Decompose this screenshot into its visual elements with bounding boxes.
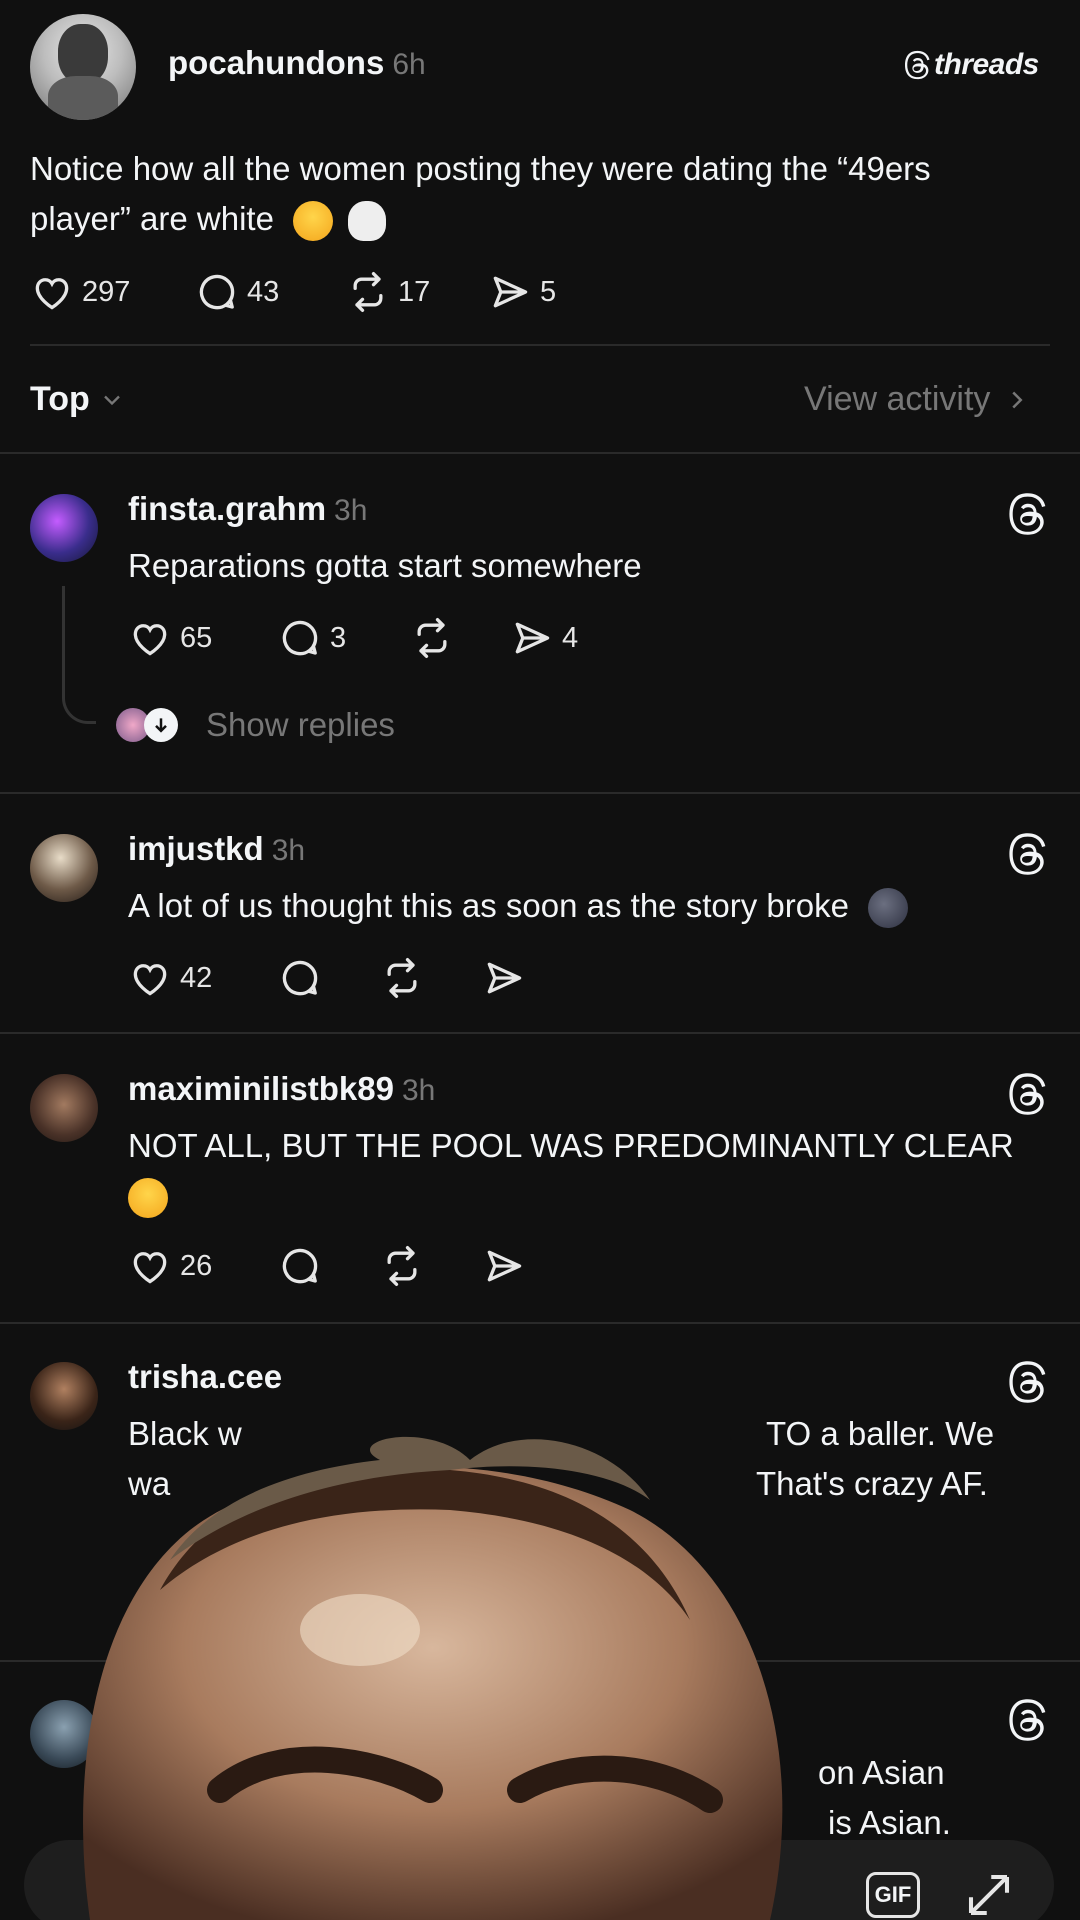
- threads-logo-icon[interactable]: [1005, 1072, 1049, 1116]
- comment-username[interactable]: finsta.grahm: [128, 490, 326, 527]
- comment-repost-button[interactable]: [380, 956, 424, 1000]
- comment-header: maximinilistbk89 3h: [128, 1070, 435, 1108]
- chevron-down-icon: [103, 395, 120, 405]
- comment-like-button[interactable]: 65: [128, 616, 212, 660]
- gif-button[interactable]: GIF: [866, 1872, 920, 1918]
- threads-logo-icon[interactable]: [1005, 1360, 1049, 1404]
- divider: [0, 452, 1080, 454]
- chevron-right-icon: [1012, 391, 1023, 408]
- heart-icon: [133, 624, 167, 656]
- gif-label: GIF: [874, 1882, 912, 1907]
- comment-time: 3h: [401, 1074, 436, 1107]
- crying-emoji: [293, 201, 334, 242]
- comment-text: NOT ALL, BUT THE POOL WAS PREDOMINANTLY …: [128, 1127, 1014, 1164]
- skull-emoji: [348, 201, 387, 242]
- threads-logo-icon[interactable]: [1005, 1698, 1049, 1742]
- expand-icon[interactable]: [962, 1868, 1016, 1920]
- divider: [0, 792, 1080, 794]
- post-time: 6h: [392, 48, 426, 81]
- repost-icon: [353, 272, 383, 312]
- comment-reply-button[interactable]: [278, 956, 322, 1000]
- arrow-down-icon: [144, 708, 178, 742]
- comment-icon: [282, 960, 318, 996]
- comment-avatar[interactable]: [30, 494, 98, 562]
- comment-avatar[interactable]: [30, 834, 98, 902]
- view-activity-link[interactable]: View activity: [804, 380, 1032, 419]
- repost-icon: [387, 1246, 417, 1286]
- comment-repost-button[interactable]: [380, 1244, 424, 1288]
- post-repost-count: 17: [398, 275, 431, 308]
- share-icon: [493, 276, 528, 308]
- comment-like-count: 42: [180, 961, 213, 994]
- divider: [30, 344, 1050, 346]
- post-header: pocahundons 6h: [168, 44, 426, 82]
- post-like-button[interactable]: 297: [30, 270, 130, 314]
- repost-icon: [387, 958, 417, 998]
- post-username[interactable]: pocahundons: [168, 44, 384, 81]
- post-text-line-2: player” are white: [30, 200, 274, 237]
- comment-reply-count: 3: [330, 621, 347, 654]
- comment-icon: [282, 620, 318, 656]
- sort-label: Top: [30, 380, 90, 418]
- comment-time: 3h: [271, 834, 306, 867]
- comment-share-button[interactable]: [482, 1244, 526, 1288]
- comment-reply-button[interactable]: [278, 1244, 322, 1288]
- threads-logo-icon[interactable]: [1005, 832, 1049, 876]
- post-text: Notice how all the women posting they we…: [30, 144, 1050, 244]
- show-replies-button[interactable]: Show replies: [116, 706, 395, 744]
- comment-header: finsta.grahm 3h: [128, 490, 367, 528]
- heart-icon: [35, 278, 69, 310]
- laughing-emoji: [128, 1178, 168, 1219]
- comment-like-count: 65: [180, 621, 213, 654]
- show-replies-label: Show replies: [206, 706, 395, 743]
- comment-share-button[interactable]: 4: [510, 616, 578, 660]
- comment-share-count: 4: [562, 621, 579, 654]
- comment-text: Reparations gotta start somewhere: [128, 547, 642, 584]
- share-icon: [515, 622, 550, 654]
- comment-reply-button[interactable]: 3: [278, 616, 346, 660]
- comment-repost-button[interactable]: [410, 616, 454, 660]
- sort-dropdown[interactable]: Top: [30, 380, 126, 419]
- comment-icon: [282, 1248, 318, 1284]
- comment-like-button[interactable]: 26: [128, 1244, 212, 1288]
- comment-text-row: A lot of us thought this as soon as the …: [128, 881, 909, 931]
- comment-avatar[interactable]: [30, 1074, 98, 1142]
- share-icon: [487, 1250, 522, 1282]
- comment-share-button[interactable]: [482, 956, 526, 1000]
- creator-face-overlay: [83, 1436, 783, 1920]
- view-activity-label: View activity: [804, 380, 991, 418]
- comment-text-row: NOT ALL, BUT THE POOL WAS PREDOMINANTLY …: [128, 1121, 1048, 1221]
- threads-logo-icon[interactable]: [1005, 492, 1049, 536]
- comment-username[interactable]: imjustkd: [128, 830, 264, 867]
- share-icon: [487, 962, 522, 994]
- post-reply-button[interactable]: 43: [195, 270, 279, 314]
- threads-logo-icon: [905, 50, 930, 80]
- divider: [0, 1032, 1080, 1034]
- post-text-line-2-row: player” are white: [30, 194, 1050, 244]
- comment-header: imjustkd 3h: [128, 830, 305, 868]
- post-reply-count: 43: [247, 275, 280, 308]
- thread-line: [62, 586, 96, 724]
- post-text-line-1: Notice how all the women posting they we…: [30, 150, 931, 187]
- post-like-count: 297: [82, 275, 131, 308]
- threads-brand-label: threads: [934, 48, 1039, 81]
- post-repost-button[interactable]: 17: [346, 270, 430, 314]
- comment-icon: [199, 274, 235, 310]
- post-author-avatar[interactable]: [30, 14, 136, 120]
- post-share-button[interactable]: 5: [488, 270, 556, 314]
- repost-icon: [417, 618, 447, 658]
- threads-brand: threads: [902, 48, 1039, 82]
- new-moon-face-emoji: [868, 888, 909, 929]
- comment-username[interactable]: maximinilistbk89: [128, 1070, 394, 1107]
- comment-time: 3h: [334, 494, 368, 527]
- heart-icon: [133, 1252, 167, 1284]
- comment-like-count: 26: [180, 1249, 213, 1282]
- divider: [0, 1322, 1080, 1324]
- post-share-count: 5: [540, 275, 557, 308]
- heart-icon: [133, 964, 167, 996]
- comment-like-button[interactable]: 42: [128, 956, 212, 1000]
- comment-text: A lot of us thought this as soon as the …: [128, 887, 849, 924]
